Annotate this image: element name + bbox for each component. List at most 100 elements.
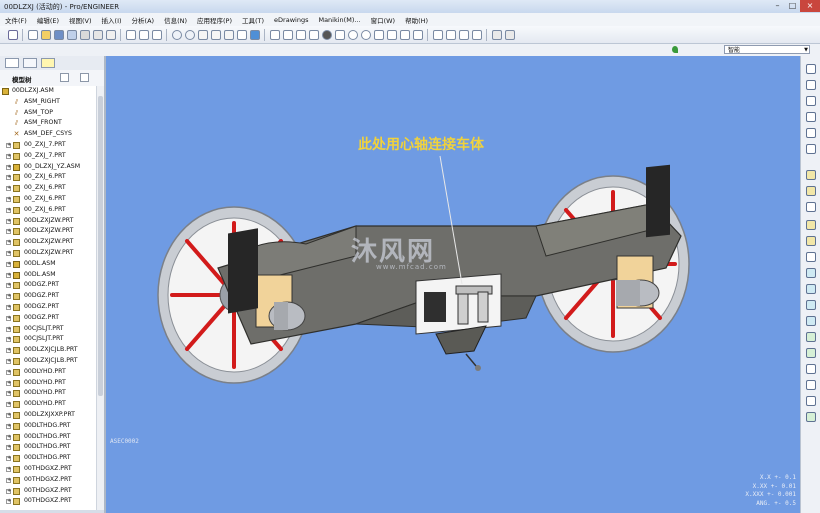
- spin-center-icon[interactable]: [295, 29, 306, 40]
- tree-item[interactable]: +00DLZXJZW.PRT: [0, 237, 96, 248]
- expand-toggle-icon[interactable]: +: [6, 402, 11, 408]
- sweep-icon[interactable]: [806, 268, 816, 278]
- menu-info[interactable]: 信息(N): [159, 15, 192, 25]
- tree-item[interactable]: +00DL.ASM: [0, 259, 96, 270]
- expand-toggle-icon[interactable]: +: [6, 315, 11, 321]
- expand-toggle-icon[interactable]: +: [6, 413, 11, 418]
- extrude-icon[interactable]: [806, 236, 816, 246]
- menu-applications[interactable]: 应用程序(P): [192, 15, 237, 25]
- window-icon[interactable]: [125, 29, 136, 40]
- tree-item[interactable]: +00_ZXJ_6.PRT: [0, 183, 96, 194]
- spin-center-display-icon[interactable]: [504, 29, 515, 40]
- copy-icon[interactable]: [210, 29, 221, 40]
- expand-toggle-icon[interactable]: +: [6, 499, 11, 505]
- context-help-icon[interactable]: [7, 29, 18, 40]
- expand-toggle-icon[interactable]: +: [6, 294, 11, 300]
- tree-item[interactable]: +00THDGXZ.PRT: [0, 475, 96, 486]
- menu-window[interactable]: 窗口(W): [366, 15, 401, 25]
- tree-item[interactable]: +00DL.ASM: [0, 270, 96, 281]
- tree-item[interactable]: +00THDGXZ.PRT: [0, 496, 96, 507]
- reorient-icon[interactable]: [386, 29, 397, 40]
- tree-item[interactable]: +00THDGXZ.PRT: [0, 486, 96, 497]
- datum-plane-icon[interactable]: [806, 80, 816, 90]
- datum-curve-icon[interactable]: [806, 112, 816, 122]
- blend-icon[interactable]: [806, 284, 816, 294]
- print-icon[interactable]: [79, 29, 90, 40]
- tree-item[interactable]: +00_DLZXJ_YZ.ASM: [0, 162, 96, 173]
- tree-item[interactable]: +00DLYHD.PRT: [0, 388, 96, 399]
- solidify-icon[interactable]: [806, 412, 816, 422]
- expand-toggle-icon[interactable]: +: [6, 272, 11, 278]
- tree-item[interactable]: +00_ZXJ_6.PRT: [0, 172, 96, 183]
- expand-toggle-icon[interactable]: +: [6, 488, 11, 494]
- new-file-icon[interactable]: [27, 29, 38, 40]
- tree-item[interactable]: +00DGZ.PRT: [0, 291, 96, 302]
- selection-filter-dropdown[interactable]: 智能 ▼: [724, 45, 810, 54]
- save-icon[interactable]: [53, 29, 64, 40]
- expand-toggle-icon[interactable]: +: [6, 305, 11, 310]
- tree-item[interactable]: +00DGZ.PRT: [0, 280, 96, 291]
- layers-icon[interactable]: [399, 29, 410, 40]
- tree-item[interactable]: +00DLZXJCJLB.PRT: [0, 356, 96, 367]
- save-copy-icon[interactable]: [66, 29, 77, 40]
- expand-toggle-icon[interactable]: +: [6, 143, 11, 148]
- graphics-viewport[interactable]: 此处用心轴连接车体 沐风网 www.mfcad.com ASEC0002 X.X…: [106, 56, 800, 513]
- tree-item[interactable]: +00DLTHDG.PRT: [0, 432, 96, 443]
- tree-item[interactable]: +00DGZ.PRT: [0, 313, 96, 324]
- zoom-in-icon[interactable]: [347, 29, 358, 40]
- expand-toggle-icon[interactable]: +: [6, 337, 11, 343]
- pattern-icon[interactable]: [806, 316, 816, 326]
- tree-item[interactable]: +00DLYHD.PRT: [0, 367, 96, 378]
- tree-item[interactable]: +00DLTHDG.PRT: [0, 421, 96, 432]
- tree-item[interactable]: +00DLYHD.PRT: [0, 399, 96, 410]
- trim-icon[interactable]: [806, 348, 816, 358]
- coordinate-systems-icon[interactable]: [471, 29, 482, 40]
- extend-icon[interactable]: [806, 364, 816, 374]
- menu-tools[interactable]: 工具(T): [237, 15, 269, 25]
- tree-item[interactable]: +00_ZXJ_7.PRT: [0, 151, 96, 162]
- close-icon[interactable]: ×: [800, 0, 820, 12]
- tree-item[interactable]: +00_ZXJ_6.PRT: [0, 194, 96, 205]
- tree-item[interactable]: +00DLTHDG.PRT: [0, 453, 96, 464]
- tree-item[interactable]: +00DLZXJXXP.PRT: [0, 410, 96, 421]
- redo-icon[interactable]: [184, 29, 195, 40]
- find-icon[interactable]: [249, 29, 260, 40]
- expand-toggle-icon[interactable]: +: [6, 240, 11, 246]
- tree-item[interactable]: ⫽ ASM_FRONT: [0, 118, 96, 129]
- expand-toggle-icon[interactable]: +: [6, 359, 11, 364]
- expand-toggle-icon[interactable]: +: [6, 423, 11, 429]
- refit-icon[interactable]: [373, 29, 384, 40]
- datum-point-icon[interactable]: [806, 128, 816, 138]
- expand-toggle-icon[interactable]: +: [6, 391, 11, 397]
- revolve-icon[interactable]: [806, 252, 816, 262]
- shading-icon[interactable]: [321, 29, 332, 40]
- menu-manikin[interactable]: Manikin(M)...: [313, 16, 365, 24]
- tree-item[interactable]: +00DLYHD.PRT: [0, 378, 96, 389]
- repaint-icon[interactable]: [269, 29, 280, 40]
- expand-toggle-icon[interactable]: +: [6, 326, 11, 332]
- paste-icon[interactable]: [223, 29, 234, 40]
- send-mail-icon[interactable]: [105, 29, 116, 40]
- tree-item[interactable]: +00DLZXJZW.PRT: [0, 248, 96, 259]
- tab-folder-browser[interactable]: [23, 58, 37, 68]
- tree-item[interactable]: +00_ZXJ_7.PRT: [0, 140, 96, 151]
- regenerate-icon[interactable]: [236, 29, 247, 40]
- datum-axes-icon[interactable]: [445, 29, 456, 40]
- hole-icon[interactable]: [806, 220, 816, 230]
- annotation-display-icon[interactable]: [491, 29, 502, 40]
- window-activate-icon[interactable]: [138, 29, 149, 40]
- mirror-icon[interactable]: [806, 300, 816, 310]
- tree-item[interactable]: +00_ZXJ_6.PRT: [0, 205, 96, 216]
- expand-toggle-icon[interactable]: +: [6, 434, 11, 440]
- expand-toggle-icon[interactable]: +: [6, 164, 11, 170]
- tree-item[interactable]: +00DLZXJCJLB.PRT: [0, 345, 96, 356]
- assemble-icon[interactable]: [806, 170, 816, 180]
- expand-toggle-icon[interactable]: +: [6, 218, 11, 224]
- merge-icon[interactable]: [806, 332, 816, 342]
- view-manager-icon[interactable]: [412, 29, 423, 40]
- tree-item[interactable]: +00DLZXJZW.PRT: [0, 216, 96, 227]
- maximize-icon[interactable]: □: [785, 0, 800, 12]
- datum-points-icon[interactable]: [458, 29, 469, 40]
- tree-item[interactable]: +00CJSLJT.PRT: [0, 324, 96, 335]
- expand-toggle-icon[interactable]: +: [6, 153, 11, 159]
